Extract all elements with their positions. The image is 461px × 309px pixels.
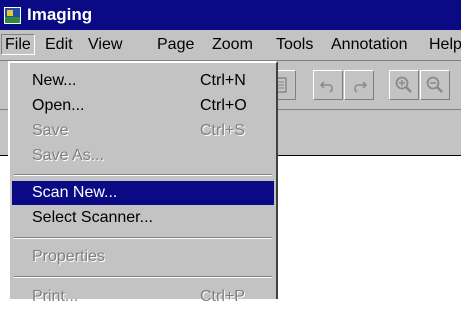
menu-item-save[interactable]: Save Ctrl+S — [12, 119, 274, 143]
menu-item-shortcut: Ctrl+P — [200, 288, 245, 305]
menu-item-label: Properties — [32, 248, 105, 265]
menu-tools[interactable]: Tools — [276, 36, 313, 54]
title-bar[interactable]: Imaging — [0, 0, 461, 30]
menu-item-select-scanner[interactable]: Select Scanner... — [12, 206, 274, 230]
menu-item-label: New... — [32, 72, 77, 89]
window-title: Imaging — [27, 5, 93, 24]
menu-view[interactable]: View — [88, 36, 122, 54]
menu-item-label: Select Scanner... — [32, 209, 153, 226]
menu-zoom[interactable]: Zoom — [212, 36, 253, 54]
menu-item-print[interactable]: Print... Ctrl+P — [12, 285, 274, 309]
redo-icon[interactable] — [344, 70, 374, 100]
zoom-out-icon[interactable] — [420, 70, 450, 100]
menu-item-properties[interactable]: Properties — [12, 245, 274, 269]
menu-item-save-as[interactable]: Save As... — [12, 144, 274, 168]
menu-item-label: Save — [32, 122, 69, 139]
menu-item-scan-new[interactable]: Scan New... — [12, 181, 274, 205]
undo-icon[interactable] — [313, 70, 343, 100]
menu-edit[interactable]: Edit — [45, 36, 73, 54]
menu-item-open[interactable]: Open... Ctrl+O — [12, 94, 274, 118]
menu-item-shortcut: Ctrl+S — [200, 122, 245, 139]
file-menu-dropdown: New... Ctrl+N Open... Ctrl+O Save Ctrl+S… — [8, 61, 278, 305]
menu-item-label: Print... — [32, 288, 79, 305]
imaging-app-icon[interactable] — [4, 7, 21, 24]
menu-help[interactable]: Help — [429, 36, 461, 54]
menu-item-shortcut: Ctrl+O — [200, 97, 247, 114]
zoom-in-icon[interactable] — [389, 70, 419, 100]
menu-item-new[interactable]: New... Ctrl+N — [12, 69, 274, 93]
menu-item-label: Scan New... — [32, 184, 118, 201]
menu-file[interactable]: File — [1, 34, 35, 55]
menu-item-shortcut: Ctrl+N — [200, 72, 246, 89]
menu-annotation[interactable]: Annotation — [331, 36, 408, 54]
menu-page[interactable]: Page — [157, 36, 194, 54]
menu-item-label: Save As... — [32, 147, 105, 164]
menu-separator — [14, 276, 272, 278]
menu-separator — [14, 174, 272, 176]
menu-bar: File Edit View Page Zoom Tools Annotatio… — [0, 30, 461, 61]
menu-item-label: Open... — [32, 97, 85, 114]
menu-separator — [14, 237, 272, 239]
